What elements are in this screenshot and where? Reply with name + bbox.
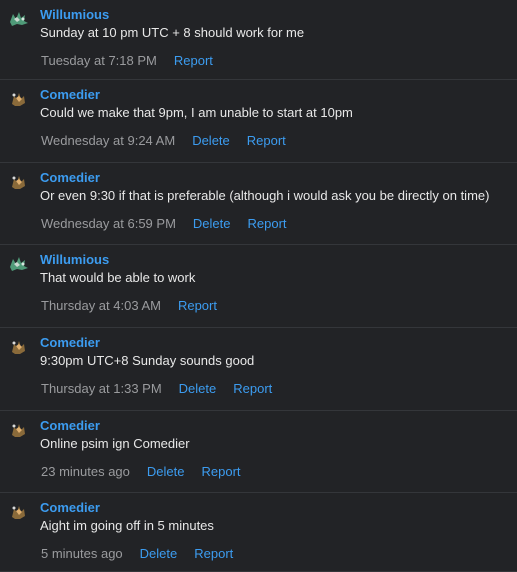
report-link[interactable]: Report	[174, 53, 213, 69]
report-link[interactable]: Report	[194, 546, 233, 562]
message-meta: 5 minutes ago Delete Report	[40, 546, 517, 562]
message-meta: Tuesday at 7:18 PM Report	[40, 53, 517, 69]
author-name[interactable]: Willumious	[40, 252, 517, 268]
timestamp[interactable]: Thursday at 4:03 AM	[41, 298, 161, 314]
message-text: Or even 9:30 if that is preferable (alth…	[40, 188, 490, 203]
message: Comedier 9:30pm UTC+8 Sunday sounds good…	[0, 328, 517, 411]
report-link[interactable]: Report	[233, 381, 272, 397]
orange-creature-avatar-icon[interactable]	[8, 503, 30, 521]
timestamp[interactable]: Tuesday at 7:18 PM	[41, 53, 157, 69]
green-creature-avatar-icon[interactable]	[8, 10, 30, 28]
orange-creature-avatar-icon[interactable]	[8, 421, 30, 439]
author-name[interactable]: Comedier	[40, 335, 517, 351]
delete-link[interactable]: Delete	[147, 464, 185, 480]
message: Comedier Could we make that 9pm, I am un…	[0, 80, 517, 163]
delete-link[interactable]: Delete	[193, 216, 231, 232]
message-text: Sunday at 10 pm UTC + 8 should work for …	[40, 25, 305, 40]
delete-link[interactable]: Delete	[192, 133, 230, 149]
timestamp[interactable]: Thursday at 1:33 PM	[41, 381, 162, 397]
message: Comedier Or even 9:30 if that is prefera…	[0, 163, 517, 245]
message-meta: Wednesday at 9:24 AM Delete Report	[40, 133, 517, 149]
orange-creature-avatar-icon[interactable]	[8, 173, 30, 191]
author-name[interactable]: Comedier	[40, 418, 517, 434]
orange-creature-avatar-icon[interactable]	[8, 338, 30, 356]
timestamp[interactable]: 5 minutes ago	[41, 546, 123, 562]
author-name[interactable]: Comedier	[40, 87, 517, 103]
message-text: Online psim ign Comedier	[40, 436, 190, 451]
report-link[interactable]: Report	[201, 464, 240, 480]
message-text: Could we make that 9pm, I am unable to s…	[40, 105, 353, 120]
report-link[interactable]: Report	[247, 133, 286, 149]
delete-link[interactable]: Delete	[179, 381, 217, 397]
message-text: 9:30pm UTC+8 Sunday sounds good	[40, 353, 255, 368]
message-thread: Willumious Sunday at 10 pm UTC + 8 shoul…	[0, 0, 517, 572]
delete-link[interactable]: Delete	[140, 546, 178, 562]
orange-creature-avatar-icon[interactable]	[8, 90, 30, 108]
author-name[interactable]: Willumious	[40, 7, 517, 23]
message: Willumious Sunday at 10 pm UTC + 8 shoul…	[0, 0, 517, 80]
timestamp[interactable]: 23 minutes ago	[41, 464, 130, 480]
green-creature-avatar-icon[interactable]	[8, 255, 30, 273]
author-name[interactable]: Comedier	[40, 500, 517, 516]
author-name[interactable]: Comedier	[40, 170, 517, 186]
message-text: That would be able to work	[40, 270, 196, 285]
timestamp[interactable]: Wednesday at 9:24 AM	[41, 133, 175, 149]
timestamp[interactable]: Wednesday at 6:59 PM	[41, 216, 176, 232]
message-meta: 23 minutes ago Delete Report	[40, 464, 517, 480]
message-meta: Thursday at 1:33 PM Delete Report	[40, 381, 517, 397]
message-text: Aight im going off in 5 minutes	[40, 518, 214, 533]
message: Comedier Aight im going off in 5 minutes…	[0, 493, 517, 572]
message: Willumious That would be able to work Th…	[0, 245, 517, 328]
message-meta: Wednesday at 6:59 PM Delete Report	[40, 216, 517, 232]
message-meta: Thursday at 4:03 AM Report	[40, 298, 517, 314]
message: Comedier Online psim ign Comedier 23 min…	[0, 411, 517, 493]
report-link[interactable]: Report	[247, 216, 286, 232]
report-link[interactable]: Report	[178, 298, 217, 314]
